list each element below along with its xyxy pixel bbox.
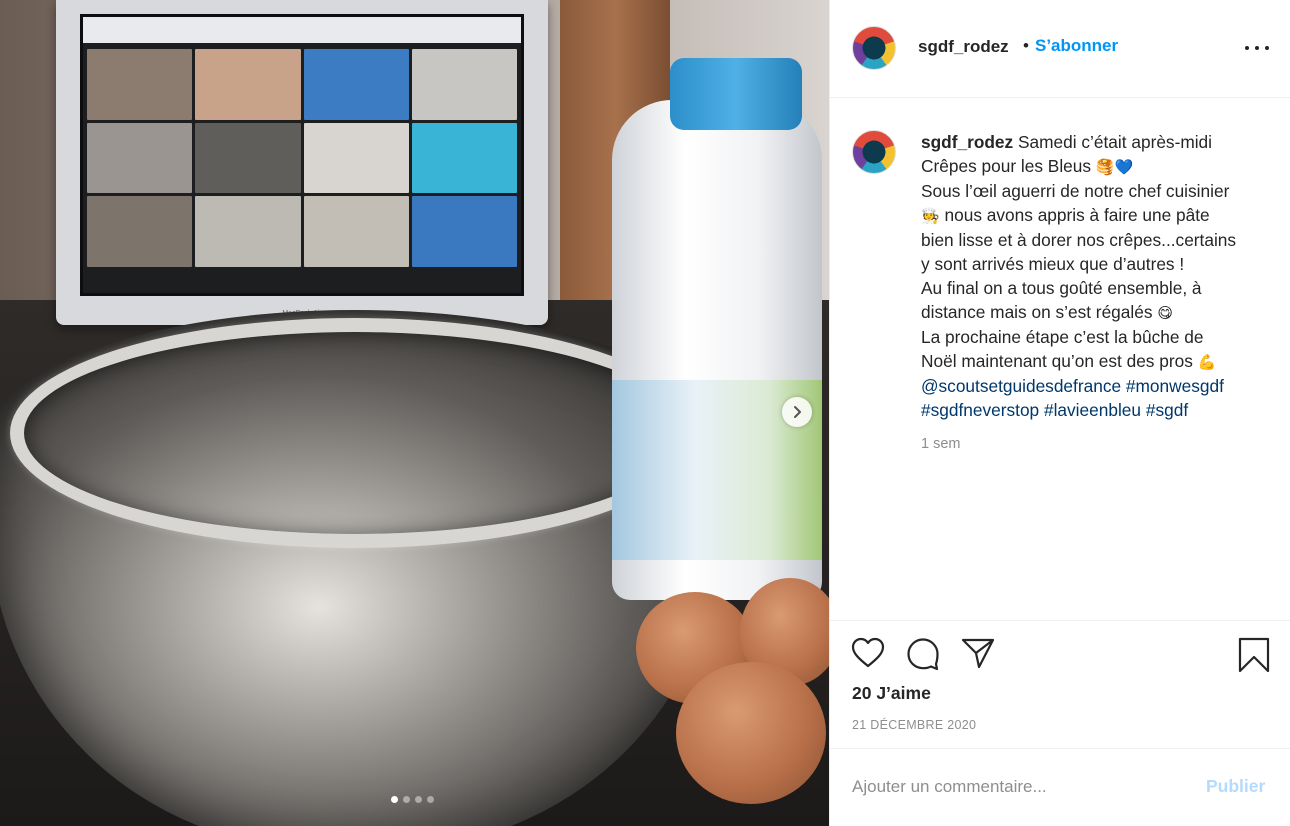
caption-avatar[interactable]: [852, 130, 896, 174]
hashtag-link[interactable]: #lavieenbleu: [1044, 400, 1141, 420]
video-call-grid: [87, 49, 517, 267]
chevron-right-icon: [794, 406, 801, 418]
pancakes-emoji-icon: 🥞: [1095, 158, 1115, 176]
comment-button[interactable]: [906, 637, 940, 676]
header-separator: •: [1023, 36, 1029, 55]
photo-bowl-rim: [10, 318, 700, 548]
post-actions: 20 J’aime 21 DÉCEMBRE 2020: [830, 620, 1290, 748]
caption-line: Crêpes pour les Bleus: [921, 156, 1092, 176]
likes-count[interactable]: 20 J’aime: [852, 683, 931, 704]
post-header: sgdf_rodez • S’abonner: [830, 0, 1290, 98]
caption-line: Noël maintenant qu’on est des pros: [921, 351, 1193, 371]
carousel-indicator: [391, 796, 434, 803]
photo-bottle-cap: [670, 58, 802, 130]
publish-button[interactable]: Publier: [1206, 776, 1265, 797]
caption-line: Sous l’œil aguerri de notre chef cuisini…: [921, 181, 1230, 201]
photo-laptop: MacBook Air: [56, 0, 548, 325]
share-button[interactable]: [961, 637, 995, 674]
laptop-screen: [80, 14, 524, 296]
carousel-dot: [427, 796, 434, 803]
caption-line: nous avons appris à faire une pâte: [944, 205, 1210, 225]
photo-egg: [676, 662, 826, 804]
post-side-panel: sgdf_rodez • S’abonner sgdf_rodez Samedi…: [829, 0, 1290, 826]
carousel-dot: [403, 796, 410, 803]
caption-line: bien lisse et à dorer nos crêpes...certa…: [921, 230, 1237, 250]
yum-emoji-icon: 😋: [1157, 304, 1173, 322]
caption-line: La prochaine étape c’est la bûche de: [921, 327, 1204, 347]
mention-link[interactable]: @scoutsetguidesdefrance: [921, 376, 1121, 396]
more-options-icon[interactable]: [1245, 38, 1269, 58]
post-date: 21 DÉCEMBRE 2020: [852, 718, 977, 732]
comment-bubble-icon: [907, 638, 939, 671]
save-button[interactable]: [1238, 637, 1270, 678]
hashtag-link[interactable]: #sgdfneverstop: [921, 400, 1039, 420]
carousel-next-button[interactable]: [782, 397, 812, 427]
heart-icon: [851, 637, 885, 668]
blue-heart-emoji-icon: 💙: [1114, 158, 1134, 176]
chef-emoji-icon: 🧑‍🍳: [921, 207, 940, 225]
post-photo: MacBook Air: [0, 0, 829, 826]
post-caption: sgdf_rodez Samedi c’était après-midi Crê…: [921, 130, 1273, 422]
hashtag-link[interactable]: #monwesgdf: [1126, 376, 1224, 396]
caption-line: y sont arrivés mieux que d’autres !: [921, 254, 1185, 274]
muscle-emoji-icon: 💪: [1197, 353, 1217, 371]
caption-line: Samedi c’était après-midi: [1018, 132, 1213, 152]
comment-form: Publier: [830, 748, 1290, 826]
bookmark-icon: [1238, 637, 1270, 673]
hashtag-link[interactable]: #sgdf: [1146, 400, 1188, 420]
caption-line: Au final on a tous goûté ensemble, à: [921, 278, 1202, 298]
follow-button[interactable]: S’abonner: [1035, 36, 1118, 56]
laptop-browser-bar: [83, 17, 521, 43]
avatar[interactable]: [852, 26, 896, 70]
carousel-dot: [415, 796, 422, 803]
like-button[interactable]: [851, 637, 885, 674]
caption-time-ago[interactable]: 1 sem: [921, 436, 961, 452]
carousel-dot-active: [391, 796, 398, 803]
caption-username[interactable]: sgdf_rodez: [921, 132, 1013, 152]
header-username[interactable]: sgdf_rodez: [918, 37, 1009, 57]
paper-plane-icon: [961, 638, 995, 669]
caption-line: distance mais on s’est régalés: [921, 302, 1153, 322]
comment-input[interactable]: [852, 773, 1192, 801]
